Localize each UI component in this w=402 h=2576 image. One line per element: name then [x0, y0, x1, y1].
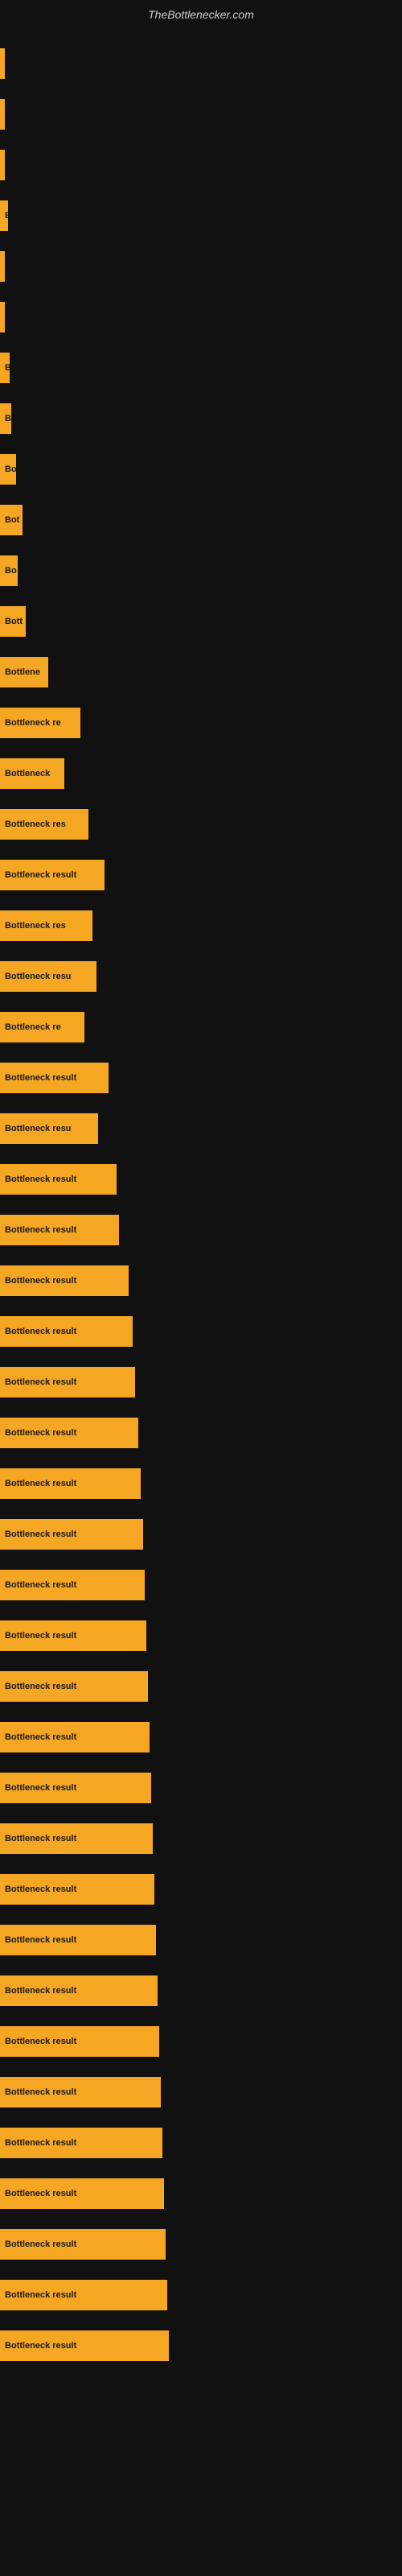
- result-bar: Bottleneck result: [0, 1925, 156, 1955]
- result-bar: Bo: [0, 454, 16, 485]
- bar-row: Bo: [0, 447, 402, 491]
- result-bar: B: [0, 353, 10, 383]
- bar-row: Bottleneck re: [0, 1005, 402, 1049]
- bar-row: Bottleneck result: [0, 1765, 402, 1810]
- bar-row: Bottleneck result: [0, 2120, 402, 2165]
- result-bar: Bottlene: [0, 657, 48, 687]
- bar-row: [0, 142, 402, 187]
- bar-row: [0, 92, 402, 136]
- bar-row: Bottleneck: [0, 751, 402, 795]
- result-bar: Bottleneck result: [0, 1367, 135, 1397]
- result-bar: Bottleneck result: [0, 1468, 141, 1499]
- bar-row: Bottleneck result: [0, 852, 402, 897]
- result-bar: Bottleneck result: [0, 1722, 150, 1752]
- result-bar: Bottleneck result: [0, 2077, 161, 2107]
- result-bar: Bottleneck result: [0, 1671, 148, 1702]
- result-bar: Bottleneck result: [0, 1975, 158, 2006]
- result-bar: B: [0, 200, 8, 231]
- result-bar: Bottleneck result: [0, 1316, 133, 1347]
- bar-row: Bott: [0, 599, 402, 643]
- result-bar: Bottleneck result: [0, 1164, 117, 1195]
- bar-row: B: [0, 396, 402, 440]
- bar-row: Bottleneck result: [0, 2323, 402, 2368]
- bar-row: Bottleneck result: [0, 1157, 402, 1201]
- bar-row: Bottleneck result: [0, 1715, 402, 1759]
- result-bar: [0, 48, 5, 79]
- bar-row: Bottlene: [0, 650, 402, 694]
- bar-row: Bottleneck result: [0, 1563, 402, 1607]
- result-bar: Bottleneck result: [0, 2128, 162, 2158]
- result-bar: Bottleneck result: [0, 1418, 138, 1448]
- result-bar: Bottleneck result: [0, 860, 105, 890]
- result-bar: Bo: [0, 555, 18, 586]
- result-bar: Bottleneck re: [0, 708, 80, 738]
- bar-row: Bottleneck result: [0, 1512, 402, 1556]
- result-bar: Bottleneck re: [0, 1012, 84, 1042]
- bar-row: Bo: [0, 548, 402, 592]
- bar-row: [0, 244, 402, 288]
- bar-row: Bottleneck result: [0, 1918, 402, 1962]
- result-bar: Bottleneck resu: [0, 1113, 98, 1144]
- result-bar: Bottleneck res: [0, 809, 88, 840]
- bars-container: BBBBoBotBoBottBottleneBottleneck reBottl…: [0, 25, 402, 2374]
- result-bar: Bottleneck result: [0, 2330, 169, 2361]
- result-bar: Bottleneck: [0, 758, 64, 789]
- result-bar: Bottleneck result: [0, 1874, 154, 1905]
- bar-row: Bottleneck result: [0, 2222, 402, 2266]
- result-bar: [0, 302, 5, 332]
- bar-row: Bottleneck resu: [0, 1106, 402, 1150]
- result-bar: Bottleneck result: [0, 1620, 146, 1651]
- bar-row: Bottleneck result: [0, 1055, 402, 1100]
- result-bar: [0, 99, 5, 130]
- result-bar: Bottleneck result: [0, 2229, 166, 2260]
- result-bar: Bottleneck result: [0, 2026, 159, 2057]
- result-bar: Bottleneck res: [0, 910, 92, 941]
- bar-row: Bottleneck result: [0, 1968, 402, 2013]
- bar-row: Bottleneck result: [0, 1816, 402, 1860]
- bar-row: Bottleneck re: [0, 700, 402, 745]
- bar-row: Bottleneck resu: [0, 954, 402, 998]
- result-bar: [0, 251, 5, 282]
- result-bar: B: [0, 403, 11, 434]
- result-bar: Bottleneck result: [0, 2178, 164, 2209]
- bar-row: Bottleneck result: [0, 1613, 402, 1657]
- result-bar: Bottleneck result: [0, 1265, 129, 1296]
- bar-row: Bottleneck result: [0, 1208, 402, 1252]
- bar-row: Bottleneck result: [0, 2019, 402, 2063]
- result-bar: Bottleneck result: [0, 1773, 151, 1803]
- bar-row: Bottleneck res: [0, 802, 402, 846]
- result-bar: Bottleneck result: [0, 2280, 167, 2310]
- result-bar: Bottleneck result: [0, 1063, 109, 1093]
- bar-row: Bottleneck result: [0, 1258, 402, 1302]
- result-bar: Bottleneck resu: [0, 961, 96, 992]
- result-bar: Bottleneck result: [0, 1823, 153, 1854]
- bar-row: Bottleneck result: [0, 1410, 402, 1455]
- bar-row: Bot: [0, 497, 402, 542]
- site-title: TheBottlenecker.com: [0, 0, 402, 25]
- bar-row: Bottleneck result: [0, 2273, 402, 2317]
- bar-row: Bottleneck result: [0, 1360, 402, 1404]
- bar-row: Bottleneck result: [0, 2070, 402, 2114]
- result-bar: Bot: [0, 505, 23, 535]
- bar-row: Bottleneck result: [0, 2171, 402, 2215]
- result-bar: Bottleneck result: [0, 1570, 145, 1600]
- bar-row: Bottleneck result: [0, 1664, 402, 1708]
- bar-row: Bottleneck result: [0, 1461, 402, 1505]
- bar-row: [0, 41, 402, 85]
- bar-row: Bottleneck result: [0, 1309, 402, 1353]
- bar-row: [0, 295, 402, 339]
- bar-row: Bottleneck result: [0, 1867, 402, 1911]
- result-bar: [0, 150, 5, 180]
- result-bar: Bott: [0, 606, 26, 637]
- bar-row: B: [0, 193, 402, 237]
- result-bar: Bottleneck result: [0, 1519, 143, 1550]
- bar-row: Bottleneck res: [0, 903, 402, 947]
- result-bar: Bottleneck result: [0, 1215, 119, 1245]
- bar-row: B: [0, 345, 402, 390]
